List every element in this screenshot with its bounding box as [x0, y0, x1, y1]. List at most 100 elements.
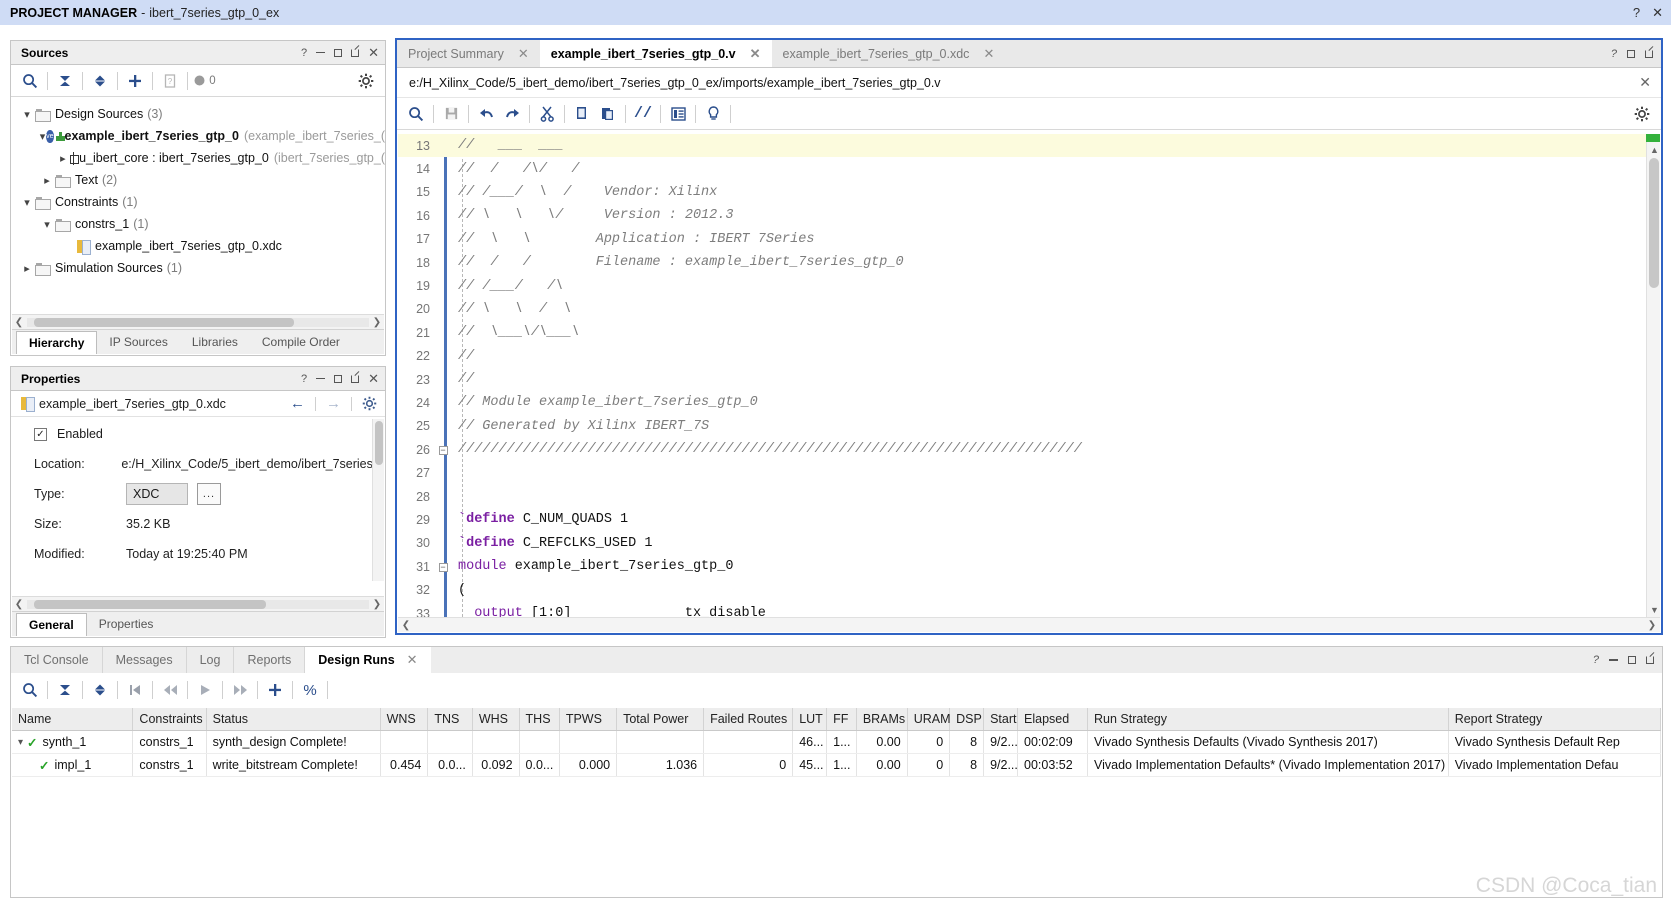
code-line[interactable]: 26−/////////////////////////////////////…	[398, 438, 1646, 461]
add-sources-icon[interactable]	[122, 68, 148, 94]
tab-general[interactable]: General	[16, 613, 87, 636]
code-line[interactable]: 29 `define C_NUM_QUADS 1	[398, 508, 1646, 531]
tree-item-example-ibert-top[interactable]: ▾ ve example_ibert_7series_gtp_0 (exampl…	[11, 125, 385, 147]
indent-icon[interactable]	[665, 101, 691, 127]
run-name-cell[interactable]: ▾ ✓ synth_1	[12, 730, 134, 754]
minimize-icon[interactable]	[316, 377, 326, 380]
float-icon[interactable]	[1646, 656, 1654, 664]
fold-collapse-icon[interactable]: −	[436, 562, 450, 572]
close-icon[interactable]: ✕	[368, 46, 379, 59]
scroll-left-icon[interactable]: ❮	[12, 317, 26, 328]
maximize-icon[interactable]	[1627, 49, 1635, 58]
code-line[interactable]: 31− module example_ibert_7series_gtp_0	[398, 555, 1646, 578]
float-icon[interactable]	[1645, 49, 1653, 58]
float-icon[interactable]	[351, 48, 360, 57]
code-line[interactable]: 17 // \ \ Application : IBERT 7Series	[398, 228, 1646, 251]
percent-icon[interactable]: %	[297, 677, 323, 703]
minimize-icon[interactable]	[1609, 659, 1618, 661]
table-column-header[interactable]: URAM	[907, 708, 951, 731]
editor-tab-verilog-file[interactable]: example_ibert_7series_gtp_0.v ✕	[539, 40, 772, 67]
find-icon[interactable]	[403, 101, 429, 127]
gear-icon[interactable]	[353, 68, 379, 94]
run-name-cell[interactable]: ✓ impl_1	[12, 753, 134, 777]
type-select[interactable]: XDC	[126, 483, 188, 505]
scroll-up-icon[interactable]: ▲	[1650, 145, 1659, 155]
collapse-all-icon[interactable]	[52, 677, 78, 703]
tab-tcl-console[interactable]: Tcl Console	[11, 647, 103, 673]
report-icon[interactable]: ?	[157, 68, 183, 94]
tab-log[interactable]: Log	[187, 647, 235, 673]
chevron-down-icon[interactable]: ▾	[19, 108, 35, 121]
tree-item-constraints[interactable]: ▾ Constraints (1)	[11, 191, 385, 213]
editor-tab-project-summary[interactable]: Project Summary ✕	[397, 40, 540, 67]
collapse-all-icon[interactable]	[52, 68, 78, 94]
properties-horizontal-scrollbar[interactable]: ❮ ❯	[12, 596, 384, 611]
tab-compile-order[interactable]: Compile Order	[250, 330, 352, 354]
tab-libraries[interactable]: Libraries	[180, 330, 250, 354]
save-icon[interactable]	[438, 101, 464, 127]
editor-vertical-scrollbar[interactable]: ▲ ▼	[1646, 134, 1660, 617]
help-icon[interactable]: ?	[1633, 5, 1640, 20]
table-column-header[interactable]: LUT	[792, 708, 828, 731]
code-line[interactable]: 13 // ___ ___	[398, 134, 1646, 158]
code-line[interactable]: 20 // \ \ / \	[398, 298, 1646, 321]
tab-design-runs[interactable]: Design Runs ✕	[305, 647, 431, 673]
tree-item-text[interactable]: ▸ Text (2)	[11, 169, 385, 191]
help-icon[interactable]: ?	[1611, 48, 1617, 60]
chevron-right-icon[interactable]: ▸	[59, 152, 67, 165]
forward-icon[interactable]	[227, 677, 253, 703]
table-column-header[interactable]: Name	[12, 708, 134, 731]
tree-item-xdc-file[interactable]: example_ibert_7series_gtp_0.xdc	[11, 235, 385, 257]
scroll-right-icon[interactable]: ❯	[370, 599, 384, 610]
paste-icon[interactable]	[595, 101, 621, 127]
scroll-left-icon[interactable]: ❮	[398, 620, 414, 631]
undo-icon[interactable]	[473, 101, 499, 127]
table-column-header[interactable]: BRAMs	[856, 708, 908, 731]
code-line[interactable]: 24 // Module example_ibert_7series_gtp_0	[398, 391, 1646, 414]
table-column-header[interactable]: Status	[206, 708, 381, 731]
chevron-down-icon[interactable]: ▾	[18, 737, 23, 748]
type-browse-button[interactable]: ...	[197, 483, 221, 505]
table-column-header[interactable]: Start	[983, 708, 1019, 731]
code-line[interactable]: 14 // / /\/ /	[398, 157, 1646, 180]
help-icon[interactable]: ?	[301, 47, 307, 59]
close-icon[interactable]: ✕	[983, 46, 994, 62]
table-column-header[interactable]: Elapsed	[1017, 708, 1089, 731]
table-column-header[interactable]: WNS	[380, 708, 429, 731]
close-icon[interactable]: ✕	[368, 372, 379, 385]
sources-horizontal-scrollbar[interactable]: ❮ ❯	[12, 314, 384, 329]
table-column-header[interactable]: Report Strategy	[1448, 708, 1661, 731]
gear-icon[interactable]	[362, 396, 377, 411]
chevron-right-icon[interactable]: ▸	[19, 262, 35, 275]
nav-back-icon[interactable]: ←	[290, 395, 305, 412]
chevron-down-icon[interactable]: ▾	[39, 130, 46, 143]
tab-reports[interactable]: Reports	[234, 647, 306, 673]
table-column-header[interactable]: Total Power	[616, 708, 705, 731]
table-column-header[interactable]: THS	[519, 708, 560, 731]
search-icon[interactable]	[17, 68, 43, 94]
cut-icon[interactable]	[534, 101, 560, 127]
maximize-icon[interactable]	[1628, 656, 1636, 664]
search-icon[interactable]	[17, 677, 43, 703]
table-column-header[interactable]: WHS	[472, 708, 520, 731]
close-icon[interactable]: ✕	[518, 46, 529, 62]
chevron-down-icon[interactable]: ▾	[19, 196, 35, 209]
nav-forward-icon[interactable]: →	[326, 395, 341, 412]
code-line[interactable]: 16 // \ \ \/ Version : 2012.3	[398, 204, 1646, 227]
maximize-icon[interactable]	[334, 48, 343, 57]
table-row[interactable]: ✓ impl_1 constrs_1 write_bitstream Complete…	[12, 753, 1661, 777]
copy-icon[interactable]	[569, 101, 595, 127]
code-line[interactable]: 25 // Generated by Xilinx IBERT_7S	[398, 415, 1646, 438]
table-column-header[interactable]: TPWS	[559, 708, 618, 731]
property-enabled-row[interactable]: ✓ Enabled	[12, 419, 384, 449]
rewind-icon[interactable]	[157, 677, 183, 703]
code-editor-area[interactable]: 13 // ___ ___ 14 // / /\/ / 15 // /___/ \ / V…	[398, 134, 1660, 617]
comment-icon[interactable]: //	[630, 101, 656, 127]
editor-horizontal-scrollbar[interactable]: ❮ ❯	[398, 617, 1660, 632]
tab-properties[interactable]: Properties	[87, 612, 166, 636]
table-column-header[interactable]: Run Strategy	[1087, 708, 1449, 731]
scroll-down-icon[interactable]: ▼	[1650, 605, 1659, 615]
scroll-right-icon[interactable]: ❯	[370, 317, 384, 328]
code-line[interactable]: 23 //	[398, 368, 1646, 391]
help-icon[interactable]: ?	[301, 373, 307, 385]
